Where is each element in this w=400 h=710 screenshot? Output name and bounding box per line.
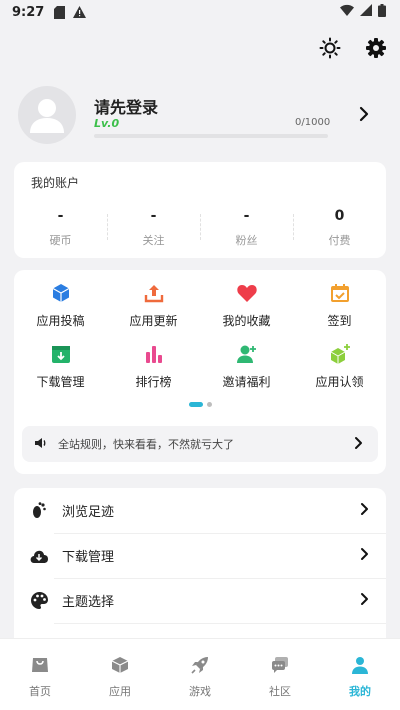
feature-app-claim[interactable]: 应用认领	[293, 343, 386, 390]
chevron-right-icon	[352, 435, 366, 454]
stat-following[interactable]: - 关注	[107, 208, 200, 248]
feature-label: 排行榜	[135, 375, 172, 389]
bottom-tab-bar: 首页 应用 游戏 社区 我的	[0, 638, 400, 710]
theme-toggle-button[interactable]	[318, 37, 342, 63]
stat-followers[interactable]: - 粉丝	[200, 208, 293, 248]
gear-icon	[365, 37, 387, 63]
chevron-right-icon	[358, 501, 372, 520]
tab-home[interactable]: 首页	[0, 639, 80, 710]
sd-card-icon	[54, 5, 66, 19]
page-indicator	[14, 402, 386, 407]
menu-item-label: 下载管理	[62, 550, 115, 565]
feature-label: 我的收藏	[222, 314, 271, 328]
page-dot-active[interactable]	[188, 402, 203, 407]
feature-leaderboard[interactable]: 排行榜	[107, 343, 200, 390]
stat-value: -	[57, 208, 64, 224]
stat-label: 付费	[328, 234, 351, 247]
user-level: Lv.0	[94, 117, 120, 130]
rocket-icon	[190, 655, 210, 675]
tab-label: 我的	[349, 685, 371, 698]
feature-invite-rewards[interactable]: 邀请福利	[200, 343, 293, 390]
person-icon	[350, 655, 370, 675]
feature-label: 邀请福利	[222, 375, 271, 389]
stat-label: 硬币	[49, 234, 72, 247]
tab-label: 首页	[29, 685, 51, 698]
menu-item-label: 浏览足迹	[62, 505, 115, 520]
login-prompt[interactable]: 请先登录	[94, 94, 158, 118]
stat-label: 关注	[142, 234, 165, 247]
download-box-icon	[50, 343, 72, 365]
stat-coins[interactable]: - 硬币	[14, 208, 107, 248]
feature-label: 下载管理	[36, 375, 85, 389]
menu-item-partial[interactable]	[14, 623, 386, 638]
status-right	[340, 3, 386, 21]
feature-app-update[interactable]: 应用更新	[107, 282, 200, 329]
stat-value: -	[243, 208, 250, 224]
profile-header[interactable]: 请先登录 Lv.0 0/1000	[18, 86, 382, 146]
tab-label: 应用	[109, 685, 131, 698]
box-icon	[110, 655, 130, 675]
stat-paid[interactable]: 0 付费	[293, 208, 386, 248]
stat-value: 0	[334, 208, 345, 224]
footprint-icon	[30, 501, 48, 520]
feature-label: 应用投稿	[36, 314, 85, 328]
feature-app-submit[interactable]: 应用投稿	[14, 282, 107, 329]
account-title: 我的账户	[31, 176, 80, 190]
chevron-right-icon[interactable]	[356, 106, 372, 122]
account-stats: - 硬币 - 关注 - 粉丝 0 付费	[14, 208, 386, 248]
default-avatar-icon	[30, 99, 64, 133]
tab-me[interactable]: 我的	[320, 639, 400, 710]
notice-text: 全站规则，快来看看，不然就亏大了	[58, 438, 234, 451]
page-dot[interactable]	[206, 402, 212, 407]
menu-item-theme[interactable]: 主题选择	[14, 578, 386, 623]
chevron-right-icon	[358, 546, 372, 565]
stat-value: -	[150, 208, 157, 224]
experience-text: 0/1000	[295, 117, 331, 128]
add-user-icon	[236, 343, 258, 365]
status-bar: 9:27	[0, 0, 400, 24]
sun-icon	[319, 37, 341, 63]
menu-item-download-manager[interactable]: 下载管理	[14, 533, 386, 578]
feature-grid: 应用投稿 应用更新 我的收藏 签到 下载管理 排行榜 邀请福利 应用认领	[14, 282, 386, 390]
stat-label: 粉丝	[235, 234, 258, 247]
calendar-check-icon	[329, 282, 351, 304]
palette-icon	[30, 592, 48, 610]
menu-item-browse-history[interactable]: 浏览足迹	[14, 488, 386, 533]
status-time: 9:27	[12, 4, 45, 20]
feature-label: 应用认领	[315, 375, 364, 389]
chat-icon	[270, 655, 290, 675]
signal-icon	[360, 4, 372, 20]
bar-chart-icon	[143, 343, 165, 365]
cube-icon	[50, 282, 72, 304]
heart-icon	[236, 282, 258, 304]
tab-apps[interactable]: 应用	[80, 639, 160, 710]
settings-button[interactable]	[364, 38, 388, 62]
menu-item-label: 主题选择	[62, 595, 115, 610]
home-bag-icon	[30, 655, 50, 675]
menu-list-card: 浏览足迹 下载管理 主题选择	[14, 488, 386, 638]
alert-triangle-icon	[73, 6, 87, 18]
feature-my-favorites[interactable]: 我的收藏	[200, 282, 293, 329]
cloud-download-icon	[30, 547, 48, 565]
battery-icon	[378, 3, 386, 21]
feature-download-manager[interactable]: 下载管理	[14, 343, 107, 390]
upload-icon	[143, 282, 165, 304]
feature-grid-card: 应用投稿 应用更新 我的收藏 签到 下载管理 排行榜 邀请福利 应用认领 全站规…	[14, 270, 386, 474]
tab-label: 游戏	[189, 685, 211, 698]
top-actions	[318, 37, 388, 63]
avatar[interactable]	[18, 86, 76, 144]
tab-community[interactable]: 社区	[240, 639, 320, 710]
tab-games[interactable]: 游戏	[160, 639, 240, 710]
speaker-icon	[34, 435, 48, 454]
experience-bar	[94, 134, 328, 138]
tab-label: 社区	[269, 685, 291, 698]
feature-check-in[interactable]: 签到	[293, 282, 386, 329]
feature-label: 签到	[327, 314, 352, 328]
account-card: 我的账户 - 硬币 - 关注 - 粉丝 0 付费	[14, 162, 386, 258]
chevron-right-icon	[358, 591, 372, 610]
wifi-icon	[340, 4, 354, 20]
notice-banner[interactable]: 全站规则，快来看看，不然就亏大了	[22, 426, 378, 462]
cube-plus-icon	[329, 343, 351, 365]
feature-label: 应用更新	[129, 314, 178, 328]
